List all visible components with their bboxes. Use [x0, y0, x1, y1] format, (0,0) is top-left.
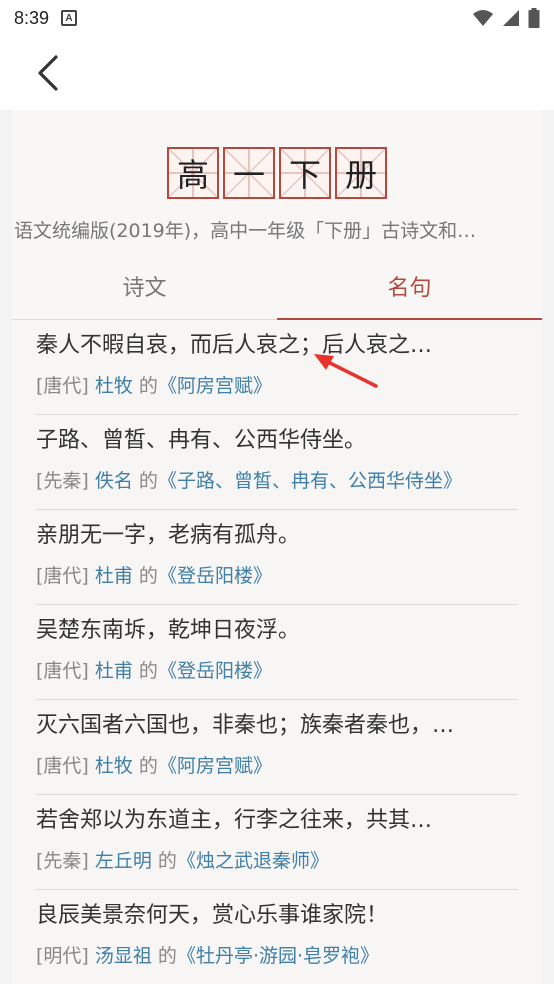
quote-source: [唐代] 杜甫 的《登岳阳楼》	[36, 562, 518, 590]
of-label: 的	[132, 470, 158, 492]
quote-source: [唐代] 杜牧 的《阿房宫赋》	[36, 752, 518, 780]
dynasty: [明代]	[36, 945, 89, 967]
quote-source: [唐代] 杜甫 的《登岳阳楼》	[36, 657, 518, 685]
list-item[interactable]: 子路、曾皙、冉有、公西华侍坐。 [先秦] 佚名 的《子路、曾皙、冉有、公西华侍坐…	[36, 415, 518, 510]
work-link[interactable]: 《烛之武退秦师》	[177, 850, 329, 872]
list-item[interactable]: 吴楚东南坼，乾坤日夜浮。 [唐代] 杜甫 的《登岳阳楼》	[36, 605, 518, 700]
quote-text: 良辰美景奈何天，赏心乐事谁家院！	[36, 903, 389, 928]
of-label: 的	[132, 660, 158, 682]
book-subtitle: 语文统编版(2019年)，高中一年级「下册」古诗文和…	[14, 220, 477, 242]
book-title: 高 一 下 册	[12, 147, 542, 201]
quote-text: 吴楚东南坼，乾坤日夜浮。	[36, 618, 301, 643]
of-label: 的	[151, 850, 177, 872]
dynasty: [唐代]	[36, 660, 89, 682]
author-link[interactable]: 杜牧	[95, 375, 133, 397]
work-link[interactable]: 《牡丹亭·游园·皂罗袍》	[177, 945, 379, 967]
quote-text: 若舍郑以为东道主，行李之往来，共其…	[36, 808, 433, 833]
author-link[interactable]: 佚名	[95, 470, 133, 492]
author-link[interactable]: 左丘明	[95, 850, 152, 872]
list-item[interactable]: 良辰美景奈何天，赏心乐事谁家院！ [明代] 汤显祖 的《牡丹亭·游园·皂罗袍》	[36, 890, 518, 984]
author-link[interactable]: 汤显祖	[95, 945, 152, 967]
of-label: 的	[132, 755, 158, 777]
quote-source: [先秦] 佚名 的《子路、曾皙、冉有、公西华侍坐》	[36, 467, 518, 495]
author-link[interactable]: 杜牧	[95, 755, 133, 777]
quote-text: 秦人不暇自哀，而后人哀之；后人哀之…	[36, 333, 433, 358]
battery-icon	[528, 8, 540, 28]
work-link[interactable]: 《登岳阳楼》	[158, 565, 272, 587]
tab-poems[interactable]: 诗文	[12, 252, 277, 319]
status-bar: 8:39 A	[0, 0, 554, 36]
back-button[interactable]	[18, 43, 78, 103]
author-link[interactable]: 杜甫	[95, 565, 133, 587]
status-icons	[472, 8, 540, 28]
tab-bar: 诗文 名句	[12, 252, 542, 320]
list-item[interactable]: 秦人不暇自哀，而后人哀之；后人哀之… [唐代] 杜牧 的《阿房宫赋》	[36, 320, 518, 415]
quote-text: 灭六国者六国也，非秦也；族秦者秦也，…	[36, 713, 455, 738]
quote-source: [明代] 汤显祖 的《牡丹亭·游园·皂罗袍》	[36, 942, 518, 970]
work-link[interactable]: 《登岳阳楼》	[158, 660, 272, 682]
quote-list: 秦人不暇自哀，而后人哀之；后人哀之… [唐代] 杜牧 的《阿房宫赋》 子路、曾皙…	[36, 320, 518, 984]
dynasty: [唐代]	[36, 375, 89, 397]
dynasty: [唐代]	[36, 755, 89, 777]
author-link[interactable]: 杜甫	[95, 660, 133, 682]
dynasty: [先秦]	[36, 470, 89, 492]
work-link[interactable]: 《阿房宫赋》	[158, 755, 272, 777]
title-char: 册	[335, 147, 387, 199]
quote-source: [唐代] 杜牧 的《阿房宫赋》	[36, 372, 518, 400]
tab-famous-lines[interactable]: 名句	[277, 252, 542, 320]
quote-text: 亲朋无一字，老病有孤舟。	[36, 523, 301, 548]
status-time: 8:39	[14, 7, 50, 28]
wifi-icon	[473, 10, 493, 26]
signal-icon	[503, 10, 519, 26]
list-item[interactable]: 亲朋无一字，老病有孤舟。 [唐代] 杜甫 的《登岳阳楼》	[36, 510, 518, 605]
of-label: 的	[132, 375, 158, 397]
book-header: 高 一 下 册 语文统编版(2019年)，高中一年级「下册」古诗文和… 诗文 名…	[12, 110, 542, 320]
chevron-left-icon	[38, 55, 58, 91]
title-char: 高	[167, 147, 219, 199]
work-link[interactable]: 《子路、曾皙、冉有、公西华侍坐》	[158, 470, 462, 492]
content-card: 高 一 下 册 语文统编版(2019年)，高中一年级「下册」古诗文和… 诗文 名…	[12, 110, 542, 984]
of-label: 的	[132, 565, 158, 587]
quote-text: 子路、曾皙、冉有、公西华侍坐。	[36, 428, 367, 453]
app-bar	[0, 36, 554, 110]
list-item[interactable]: 若舍郑以为东道主，行李之往来，共其… [先秦] 左丘明 的《烛之武退秦师》	[36, 795, 518, 890]
work-link[interactable]: 《阿房宫赋》	[158, 375, 272, 397]
quote-source: [先秦] 左丘明 的《烛之武退秦师》	[36, 847, 518, 875]
dynasty: [先秦]	[36, 850, 89, 872]
of-label: 的	[151, 945, 177, 967]
title-char: 下	[279, 147, 331, 199]
title-char: 一	[223, 147, 275, 199]
a-box-icon: A	[61, 10, 78, 26]
dynasty: [唐代]	[36, 565, 89, 587]
list-item[interactable]: 灭六国者六国也，非秦也；族秦者秦也，… [唐代] 杜牧 的《阿房宫赋》	[36, 700, 518, 795]
